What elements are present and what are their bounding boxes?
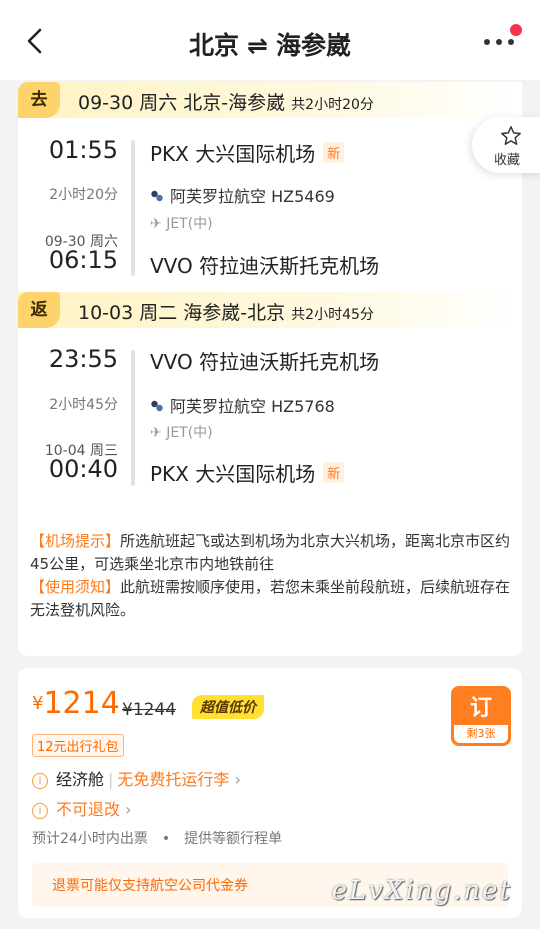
return-flight-duration: 2小时45分 [49, 397, 118, 413]
outbound-total-duration: 共2小时20分 [291, 97, 374, 113]
flight-card: 去 09-30 周六 北京-海参崴 共2小时20分 01:55 PKX 大兴国际机… [18, 82, 522, 656]
chevron-right-icon: › [125, 800, 132, 819]
favorite-label: 收藏 [494, 153, 521, 168]
notification-dot [510, 24, 522, 36]
ticketing-info: 预计24小时内出票 • 提供等额行程单 [32, 831, 283, 847]
cabin-baggage-row[interactable]: i 经济舱 | 无免费托运行李 › [32, 766, 241, 790]
notice-text: 【机场提示】所选航班起飞或达到机场为北京大兴机场，距离北京市区约45公里，可选乘… [30, 530, 514, 622]
price-card: ¥1214 ¥1244 超值低价 12元出行礼包 订 剩3张 i 经济舱 | 无免费托… [18, 668, 522, 918]
outbound-aircraft: ✈ JET(中) [150, 216, 213, 232]
outbound-summary: 09-30 周六 北京-海参崴 [78, 92, 286, 114]
outbound-arrive-airport: VVO 符拉迪沃斯托克机场 [150, 254, 380, 278]
return-badge: 返 [18, 292, 60, 328]
return-timeline [131, 350, 135, 486]
return-summary: 10-03 周二 海参崴-北京 [78, 302, 286, 324]
return-depart-airport: VVO 符拉迪沃斯托克机场 [150, 350, 380, 374]
airline-logo-icon [151, 400, 163, 412]
outbound-badge: 去 [18, 82, 60, 118]
page-title: 北京 ⇌ 海参崴 [0, 26, 540, 62]
swap-icon[interactable]: ⇌ [247, 31, 268, 60]
outbound-flight-duration: 2小时20分 [49, 187, 118, 203]
from-city: 北京 [189, 31, 240, 60]
usage-tip-label: 【使用须知】 [30, 578, 121, 596]
return-header: 返 10-03 周二 海参崴-北京 共2小时45分 [18, 292, 522, 328]
refund-policy: 不可退改 [56, 800, 121, 819]
outbound-timeline [131, 140, 135, 276]
star-icon [501, 126, 521, 145]
return-airline: 阿芙罗拉航空 HZ5768 [150, 393, 335, 417]
book-label: 订 [469, 696, 492, 721]
deal-badge: 超值低价 [192, 695, 264, 719]
return-depart-time: 23:55 [48, 345, 118, 373]
return-aircraft: ✈ JET(中) [150, 425, 213, 441]
new-tag: 新 [323, 142, 345, 163]
more-menu-icon[interactable] [484, 37, 514, 47]
book-button[interactable]: 订 剩3张 [451, 686, 511, 746]
refund-note: 退票可能仅支持航空公司代金券 [52, 878, 248, 894]
outbound-depart-time: 01:55 [48, 136, 118, 164]
price: ¥1214 [32, 686, 120, 721]
info-icon: i [32, 803, 48, 819]
top-bar: 北京 ⇌ 海参崴 [0, 0, 540, 80]
airline-logo-icon [151, 190, 163, 202]
new-tag: 新 [323, 462, 345, 483]
return-total-duration: 共2小时45分 [291, 307, 374, 323]
watermark: eLvXing.net [331, 876, 512, 906]
outbound-header: 去 09-30 周六 北京-海参崴 共2小时20分 [18, 82, 522, 118]
original-price: ¥1244 [122, 700, 177, 720]
baggage-info: 无免费托运行李 [117, 770, 230, 789]
remaining-seats: 剩3张 [454, 725, 508, 743]
return-arrive-time: 00:40 [48, 455, 118, 483]
refund-policy-row[interactable]: i 不可退改 › [32, 796, 132, 820]
cabin-class: 经济舱 [56, 770, 105, 789]
outbound-airline: 阿芙罗拉航空 HZ5469 [150, 183, 335, 207]
favorite-button[interactable]: 收藏 [472, 117, 540, 173]
to-city: 海参崴 [275, 31, 351, 60]
outbound-arrive-time: 06:15 [48, 246, 118, 274]
info-icon: i [32, 773, 48, 789]
outbound-depart-airport: PKX 大兴国际机场新 [150, 138, 345, 167]
gift-package-tag[interactable]: 12元出行礼包 [32, 734, 124, 757]
chevron-right-icon: › [234, 770, 241, 789]
airport-tip-label: 【机场提示】 [30, 532, 121, 550]
return-arrive-airport: PKX 大兴国际机场新 [150, 458, 345, 487]
